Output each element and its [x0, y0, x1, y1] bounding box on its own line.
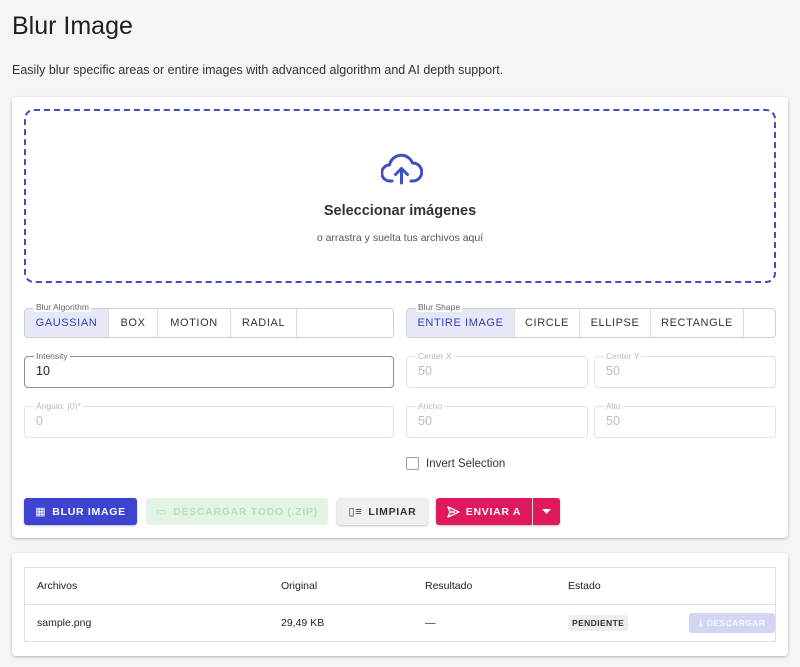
page-title: Blur Image: [12, 12, 133, 40]
page-description: Easily blur specific areas or entire ima…: [12, 63, 504, 77]
status-badge: PENDIENTE: [568, 615, 629, 631]
cloud-upload-icon: [381, 153, 423, 185]
row-download-button: ⤓ DESCARGAR: [689, 613, 775, 633]
folder-icon: ▭: [156, 506, 168, 518]
blur-image-label: BLUR IMAGE: [52, 505, 126, 518]
original-size: 29,49 KB: [281, 617, 325, 629]
blur-algorithm-group: GAUSSIAN BOX MOTION RADIAL: [24, 308, 394, 338]
center-x-label: Center X: [416, 351, 454, 361]
width-label: Ancho: [416, 401, 445, 411]
row-download-label: DESCARGAR: [706, 618, 766, 628]
algorithm-radial[interactable]: RADIAL: [231, 309, 297, 337]
center-y-input: [606, 364, 764, 378]
send-icon: [447, 505, 460, 518]
dropzone-title: Seleccionar imágenes: [323, 203, 477, 219]
blur-grid-icon: ▦: [35, 506, 47, 518]
blur-algorithm-legend: Blur Algorithm: [34, 302, 91, 312]
width-input: [418, 414, 576, 428]
height-input: [606, 414, 764, 428]
intensity-input[interactable]: [36, 364, 382, 378]
center-x-field: Center X: [406, 351, 588, 388]
clear-button[interactable]: ▯≡ LIMPIAR: [337, 498, 428, 525]
angle-input: [36, 414, 382, 428]
intensity-label: Intensity: [34, 351, 70, 361]
download-all-label: DESCARGAR TODO (.ZIP): [173, 505, 318, 518]
clear-label: LIMPIAR: [368, 505, 417, 518]
caret-down-icon: [542, 508, 551, 514]
files-table: Archivos Original Resultado Estado sampl…: [24, 567, 776, 642]
shape-entire-image[interactable]: ENTIRE IMAGE: [407, 309, 515, 337]
shape-circle[interactable]: CIRCLE: [515, 309, 580, 337]
invert-selection-label: Invert Selection: [426, 457, 506, 470]
blur-image-button[interactable]: ▦ BLUR IMAGE: [24, 498, 137, 525]
file-name: sample.png: [37, 617, 92, 629]
algorithm-gaussian[interactable]: GAUSSIAN: [25, 309, 109, 337]
send-to-label: ENVIAR A: [465, 505, 522, 518]
send-to-button[interactable]: ENVIAR A: [436, 498, 532, 525]
invert-selection-checkbox[interactable]: Invert Selection: [406, 457, 505, 470]
file-dropzone[interactable]: Seleccionar imágenes o arrastra y suelta…: [24, 109, 776, 283]
center-y-field: Center Y: [594, 351, 776, 388]
header-result: Resultado: [425, 580, 473, 592]
blur-settings-card: Seleccionar imágenes o arrastra y suelta…: [12, 97, 788, 538]
width-field: Ancho: [406, 401, 588, 438]
dropzone-subtitle: o arrastra y suelta tus archivos aquí: [316, 232, 484, 244]
algorithm-box[interactable]: BOX: [109, 309, 158, 337]
center-y-label: Center Y: [604, 351, 642, 361]
header-status: Estado: [568, 580, 601, 592]
result-size: —: [425, 617, 436, 629]
header-original: Original: [281, 580, 318, 592]
angle-field: Ángulo: (0)*: [24, 401, 394, 438]
algorithm-motion[interactable]: MOTION: [158, 309, 231, 337]
angle-label: Ángulo: (0)*: [34, 401, 83, 411]
shape-ellipse[interactable]: ELLIPSE: [580, 309, 651, 337]
status-cell: PENDIENTE: [568, 605, 629, 641]
center-x-input: [418, 364, 576, 378]
send-to-dropdown-button[interactable]: [533, 498, 560, 525]
intensity-field[interactable]: Intensity: [24, 351, 394, 388]
shape-rectangle[interactable]: RECTANGLE: [651, 309, 744, 337]
height-label: Alto: [604, 401, 623, 411]
clear-icon: ▯≡: [348, 506, 363, 518]
header-files: Archivos: [37, 580, 78, 592]
files-table-card: Archivos Original Resultado Estado sampl…: [12, 553, 788, 656]
download-all-button: ▭ DESCARGAR TODO (.ZIP): [146, 498, 328, 525]
table-header: Archivos Original Resultado Estado: [25, 568, 775, 605]
download-icon: ⤓: [698, 617, 703, 628]
checkbox-icon[interactable]: [406, 457, 419, 470]
table-row: sample.png 29,49 KB — PENDIENTE ⤓ DESCAR…: [25, 605, 775, 641]
blur-shape-legend: Blur Shape: [416, 302, 463, 312]
height-field: Alto: [594, 401, 776, 438]
blur-shape-group: ENTIRE IMAGE CIRCLE ELLIPSE RECTANGLE: [406, 308, 776, 338]
